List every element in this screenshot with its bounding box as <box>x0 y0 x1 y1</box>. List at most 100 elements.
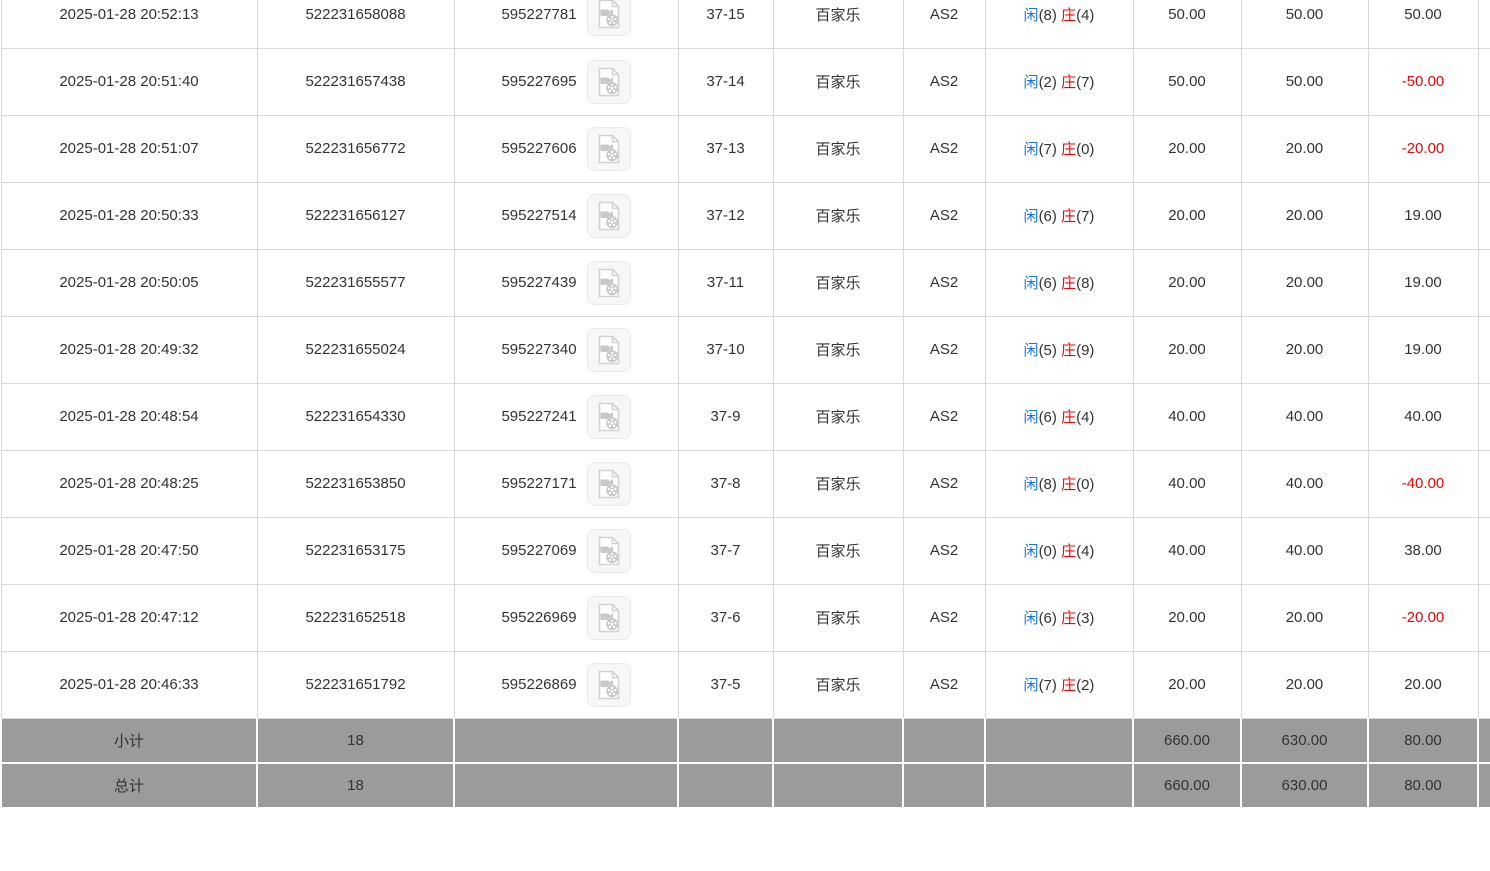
valid-amount: 20.00 <box>1241 584 1368 651</box>
game-result: 闲(5) 庄(9) <box>985 316 1133 383</box>
clipped-cell <box>1478 182 1490 249</box>
video-replay-button[interactable] <box>587 328 631 372</box>
video-replay-icon <box>596 670 622 700</box>
player-points: (7) <box>1039 141 1057 158</box>
bet-amount: 40.00 <box>1133 517 1241 584</box>
bet-amount: 20.00 <box>1133 651 1241 718</box>
clipped-cell <box>1478 651 1490 718</box>
table-code: AS2 <box>903 651 985 718</box>
table-code: AS2 <box>903 584 985 651</box>
video-replay-button[interactable] <box>587 395 631 439</box>
win-loss-amount: 19.00 <box>1368 249 1478 316</box>
empty-cell <box>454 763 678 808</box>
player-label: 闲 <box>1024 409 1039 426</box>
empty-cell <box>1478 718 1490 763</box>
order-number: 522231651792 <box>257 651 454 718</box>
shoe-round: 37-14 <box>678 48 773 115</box>
valid-amount: 50.00 <box>1241 48 1368 115</box>
empty-cell <box>903 763 985 808</box>
game-result: 闲(7) 庄(2) <box>985 651 1133 718</box>
bet-time: 2025-01-28 20:49:32 <box>1 316 257 383</box>
bet-time: 2025-01-28 20:52:13 <box>1 0 257 48</box>
video-replay-icon <box>596 201 622 231</box>
empty-cell <box>985 718 1133 763</box>
total-row: 总计 18 660.00 630.00 80.00 <box>1 763 1490 808</box>
banker-label: 庄 <box>1061 610 1076 627</box>
video-replay-button[interactable] <box>587 194 631 238</box>
game-round-cell: 595227439 <box>454 249 678 316</box>
banker-points: (4) <box>1076 543 1094 560</box>
win-loss-amount: 40.00 <box>1368 383 1478 450</box>
valid-amount: 20.00 <box>1241 182 1368 249</box>
bet-time: 2025-01-28 20:47:12 <box>1 584 257 651</box>
bet-amount: 40.00 <box>1133 383 1241 450</box>
banker-label: 庄 <box>1061 677 1076 694</box>
bet-time: 2025-01-28 20:50:33 <box>1 182 257 249</box>
banker-label: 庄 <box>1061 141 1076 158</box>
table-code: AS2 <box>903 0 985 48</box>
banker-label: 庄 <box>1061 543 1076 560</box>
table-row: 2025-01-28 20:49:32 522231655024 5952273… <box>1 316 1490 383</box>
bet-records-table: 2025-01-28 20:52:13 522231658088 5952277… <box>0 0 1490 809</box>
player-label: 闲 <box>1024 208 1039 225</box>
video-replay-icon <box>596 67 622 97</box>
game-type: 百家乐 <box>773 316 903 383</box>
video-replay-button[interactable] <box>587 462 631 506</box>
game-round-cell: 595227606 <box>454 115 678 182</box>
bet-time: 2025-01-28 20:51:40 <box>1 48 257 115</box>
player-label: 闲 <box>1024 342 1039 359</box>
game-round-number: 595226869 <box>501 676 576 693</box>
table-row: 2025-01-28 20:48:25 522231653850 5952271… <box>1 450 1490 517</box>
order-number: 522231656127 <box>257 182 454 249</box>
video-replay-button[interactable] <box>587 127 631 171</box>
banker-points: (2) <box>1076 677 1094 694</box>
video-replay-button[interactable] <box>587 663 631 707</box>
order-number: 522231658088 <box>257 0 454 48</box>
shoe-round: 37-8 <box>678 450 773 517</box>
empty-cell <box>985 763 1133 808</box>
bet-amount: 40.00 <box>1133 450 1241 517</box>
player-points: (6) <box>1039 409 1057 426</box>
clipped-cell <box>1478 249 1490 316</box>
order-number: 522231657438 <box>257 48 454 115</box>
game-round-number: 595227241 <box>501 408 576 425</box>
video-replay-button[interactable] <box>587 596 631 640</box>
clipped-cell <box>1478 517 1490 584</box>
video-replay-button[interactable] <box>587 261 631 305</box>
valid-amount: 20.00 <box>1241 249 1368 316</box>
banker-label: 庄 <box>1061 476 1076 493</box>
shoe-round: 37-6 <box>678 584 773 651</box>
player-label: 闲 <box>1024 476 1039 493</box>
table-code: AS2 <box>903 182 985 249</box>
empty-cell <box>773 718 903 763</box>
banker-label: 庄 <box>1061 74 1076 91</box>
game-result: 闲(8) 庄(0) <box>985 450 1133 517</box>
clipped-cell <box>1478 383 1490 450</box>
win-loss-amount: 20.00 <box>1368 651 1478 718</box>
order-number: 522231653850 <box>257 450 454 517</box>
shoe-round: 37-5 <box>678 651 773 718</box>
game-round-number: 595227781 <box>501 6 576 23</box>
shoe-round: 37-12 <box>678 182 773 249</box>
banker-label: 庄 <box>1061 342 1076 359</box>
valid-amount: 40.00 <box>1241 383 1368 450</box>
clipped-cell <box>1478 48 1490 115</box>
video-replay-button[interactable] <box>587 0 631 36</box>
total-valid: 630.00 <box>1241 763 1368 808</box>
game-round-number: 595227340 <box>501 341 576 358</box>
video-replay-button[interactable] <box>587 60 631 104</box>
table-row: 2025-01-28 20:47:12 522231652518 5952269… <box>1 584 1490 651</box>
win-loss-amount: 38.00 <box>1368 517 1478 584</box>
subtotal-row: 小计 18 660.00 630.00 80.00 <box>1 718 1490 763</box>
video-replay-icon <box>596 402 622 432</box>
video-replay-button[interactable] <box>587 529 631 573</box>
game-round-number: 595227514 <box>501 207 576 224</box>
game-round-number: 595227695 <box>501 73 576 90</box>
empty-cell <box>1478 763 1490 808</box>
clipped-cell <box>1478 115 1490 182</box>
game-type: 百家乐 <box>773 115 903 182</box>
player-points: (6) <box>1039 275 1057 292</box>
banker-label: 庄 <box>1061 208 1076 225</box>
player-points: (5) <box>1039 342 1057 359</box>
banker-label: 庄 <box>1061 275 1076 292</box>
